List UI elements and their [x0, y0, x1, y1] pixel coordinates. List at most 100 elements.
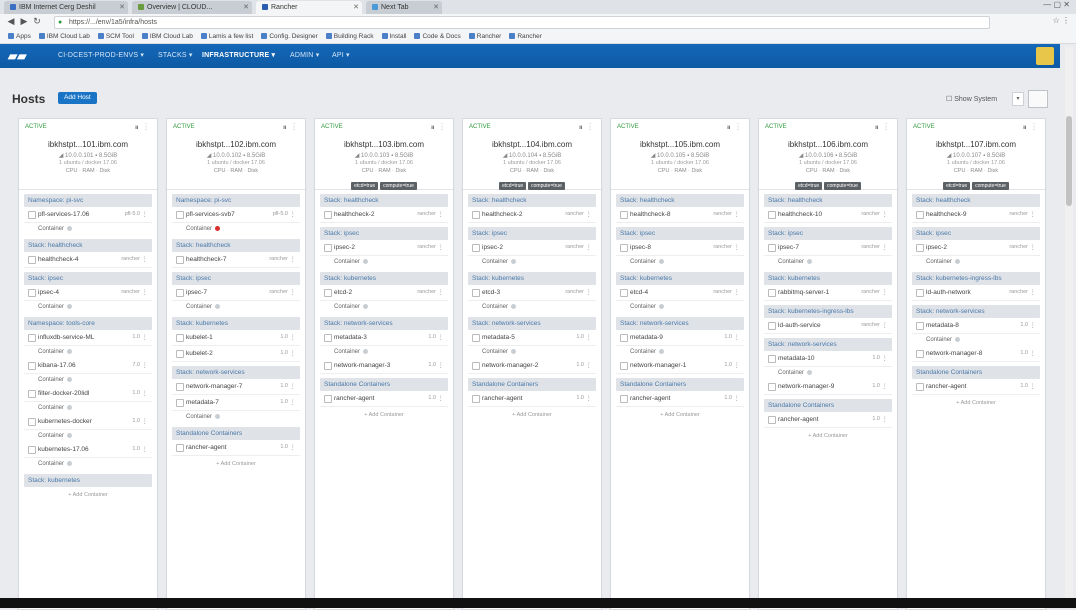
service-row[interactable]: kubernetes-17.06 1.0 ⋮	[24, 442, 152, 458]
container-status-icon[interactable]	[67, 225, 73, 231]
service-name[interactable]: ipsec-2	[926, 240, 947, 255]
service-row[interactable]: network-manager-9 1.0 ⋮	[764, 379, 892, 395]
service-menu-icon[interactable]: ⋮	[882, 285, 889, 300]
container-status-icon[interactable]	[955, 258, 961, 264]
service-name[interactable]: ipsec-8	[630, 240, 651, 255]
container-status-icon[interactable]	[363, 258, 369, 264]
close-icon[interactable]: ✕	[243, 1, 249, 14]
service-menu-icon[interactable]: ⋮	[438, 391, 445, 406]
service-name[interactable]: metadata-10	[778, 351, 815, 366]
stack-title[interactable]: Stack: kubernetes	[172, 317, 300, 330]
nav-item[interactable]: INFRASTRUCTURE ▾	[202, 51, 275, 59]
stack-title[interactable]: Namespace: pi-svc	[24, 194, 152, 207]
host-menu-icon[interactable]: ⏸ ⋮	[727, 123, 741, 133]
service-row[interactable]: kibana-17.06 7.0 ⋮	[24, 358, 152, 374]
service-menu-icon[interactable]: ⋮	[290, 440, 297, 455]
service-checkbox[interactable]	[28, 256, 36, 264]
service-checkbox[interactable]	[28, 289, 36, 297]
service-menu-icon[interactable]: ⋮	[142, 207, 149, 222]
service-name[interactable]: healthcheck-4	[38, 252, 78, 267]
browser-tab[interactable]: IBM Internet Cerg Deshil ✕	[4, 1, 128, 14]
service-row[interactable]: ipsec-7 rancher ⋮	[172, 285, 300, 301]
service-row[interactable]: pfl-services-17.06 pfl-5.0 ⋮	[24, 207, 152, 223]
stack-title[interactable]: Stack: healthcheck	[912, 194, 1040, 207]
service-menu-icon[interactable]: ⋮	[586, 330, 593, 345]
service-checkbox[interactable]	[28, 446, 36, 454]
stack-title[interactable]: Stack: network-services	[172, 366, 300, 379]
service-checkbox[interactable]	[28, 390, 36, 398]
service-menu-icon[interactable]: ⋮	[882, 240, 889, 255]
service-name[interactable]: kubelet-1	[186, 330, 213, 345]
service-checkbox[interactable]	[28, 362, 36, 370]
host-menu-icon[interactable]: ⏸ ⋮	[135, 123, 149, 133]
container-status-icon[interactable]	[659, 303, 665, 309]
host-name[interactable]: ibkhstpt...105.ibm.com	[611, 140, 749, 149]
service-name[interactable]: rancher-agent	[778, 412, 818, 427]
service-row[interactable]: network-manager-3 1.0 ⋮	[320, 358, 448, 374]
window-controls-icon[interactable]: — ▢ ✕	[1043, 0, 1070, 9]
service-name[interactable]: network-manager-9	[778, 379, 834, 394]
service-checkbox[interactable]	[28, 334, 36, 342]
service-checkbox[interactable]	[324, 244, 332, 252]
host-name[interactable]: ibkhstpt...101.ibm.com	[19, 140, 157, 149]
container-status-icon[interactable]	[67, 404, 73, 410]
nav-item[interactable]: ADMIN ▾	[290, 51, 319, 59]
service-name[interactable]: kubernetes-17.06	[38, 442, 89, 457]
service-checkbox[interactable]	[176, 444, 184, 452]
service-menu-icon[interactable]: ⋮	[1030, 346, 1037, 361]
service-name[interactable]: etcd-2	[334, 285, 352, 300]
bookmark-item[interactable]: Install	[381, 30, 406, 43]
close-icon[interactable]: ✕	[433, 1, 439, 14]
service-row[interactable]: rancher-agent 1.0 ⋮	[764, 412, 892, 428]
service-menu-icon[interactable]: ⋮	[1030, 285, 1037, 300]
service-name[interactable]: filter-docker-20lidl	[38, 386, 89, 401]
service-name[interactable]: rabbitmq-server-1	[778, 285, 829, 300]
container-status-icon[interactable]	[659, 258, 665, 264]
service-checkbox[interactable]	[176, 350, 184, 358]
stack-title[interactable]: Stack: kubernetes	[764, 272, 892, 285]
service-row[interactable]: filter-docker-20lidl 1.0 ⋮	[24, 386, 152, 402]
service-name[interactable]: etcd-3	[482, 285, 500, 300]
service-menu-icon[interactable]: ⋮	[142, 330, 149, 345]
service-menu-icon[interactable]: ⋮	[438, 285, 445, 300]
service-checkbox[interactable]	[324, 362, 332, 370]
service-row[interactable]: kubelet-2 1.0 ⋮	[172, 346, 300, 362]
service-checkbox[interactable]	[916, 211, 924, 219]
service-menu-icon[interactable]: ⋮	[586, 358, 593, 373]
service-checkbox[interactable]	[472, 244, 480, 252]
service-row[interactable]: healthcheck-2 rancher ⋮	[468, 207, 596, 223]
close-icon[interactable]: ✕	[353, 1, 359, 14]
browser-tab[interactable]: Rancher ✕	[256, 1, 362, 14]
service-name[interactable]: metadata-3	[334, 330, 367, 345]
service-name[interactable]: healthcheck-9	[926, 207, 966, 222]
service-menu-icon[interactable]: ⋮	[882, 351, 889, 366]
service-row[interactable]: network-manager-1 1.0 ⋮	[616, 358, 744, 374]
container-status-icon[interactable]	[215, 303, 221, 309]
service-row[interactable]: ipsec-2 rancher ⋮	[468, 240, 596, 256]
host-menu-icon[interactable]: ⏸ ⋮	[431, 123, 445, 133]
service-checkbox[interactable]	[324, 289, 332, 297]
host-menu-icon[interactable]: ⏸ ⋮	[875, 123, 889, 133]
service-checkbox[interactable]	[916, 350, 924, 358]
container-status-icon[interactable]	[67, 432, 73, 438]
service-menu-icon[interactable]: ⋮	[1030, 240, 1037, 255]
service-checkbox[interactable]	[324, 395, 332, 403]
service-checkbox[interactable]	[768, 211, 776, 219]
service-name[interactable]: etcd-4	[630, 285, 648, 300]
bookmark-item[interactable]: Rancher	[468, 30, 501, 43]
add-container-link[interactable]: + Add Container	[611, 407, 749, 423]
service-checkbox[interactable]	[176, 289, 184, 297]
service-name[interactable]: healthcheck-2	[334, 207, 374, 222]
stack-title[interactable]: Standalone Containers	[912, 366, 1040, 379]
service-row[interactable]: metadata-3 1.0 ⋮	[320, 330, 448, 346]
service-menu-icon[interactable]: ⋮	[438, 330, 445, 345]
service-menu-icon[interactable]: ⋮	[1030, 379, 1037, 394]
service-menu-icon[interactable]: ⋮	[586, 285, 593, 300]
service-checkbox[interactable]	[324, 334, 332, 342]
container-status-icon[interactable]	[807, 258, 813, 264]
container-status-icon[interactable]	[511, 303, 517, 309]
service-name[interactable]: ipsec-7	[186, 285, 207, 300]
service-row[interactable]: metadata-10 1.0 ⋮	[764, 351, 892, 367]
service-checkbox[interactable]	[472, 362, 480, 370]
service-name[interactable]: rancher-agent	[630, 391, 670, 406]
